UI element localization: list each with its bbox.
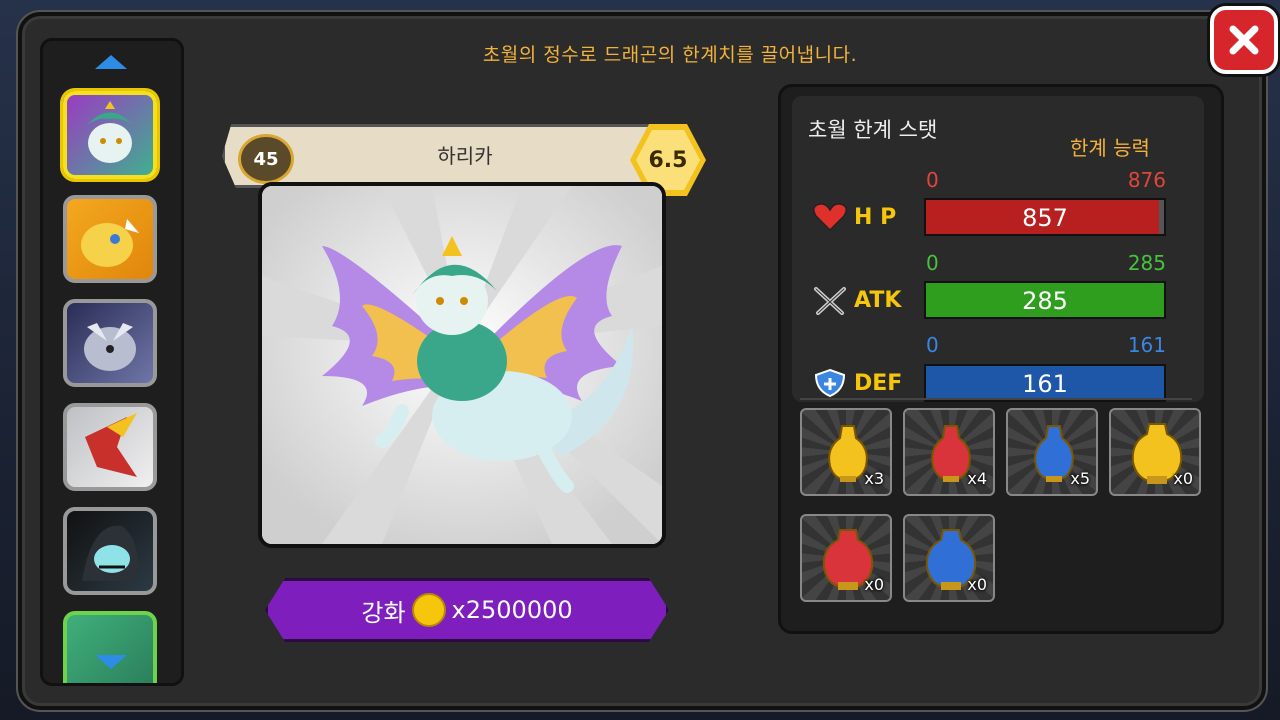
close-icon <box>1229 25 1259 55</box>
item-count: x0 <box>1173 469 1193 488</box>
item-count: x3 <box>864 469 884 488</box>
atk-value: 285 <box>1022 287 1068 315</box>
item-count: x0 <box>864 575 884 594</box>
upgrade-button[interactable]: 강화 x2500000 <box>265 578 669 642</box>
dragon-thumb[interactable] <box>63 611 157 683</box>
dragon-portrait-icon <box>82 525 138 581</box>
item-slot[interactable]: x3 <box>800 408 892 496</box>
dragon-portrait-icon <box>84 323 136 371</box>
def-max: 161 <box>1127 333 1166 357</box>
def-label: DEF <box>812 368 902 398</box>
upgrade-cost: x2500000 <box>451 596 573 624</box>
atk-bar: 285 <box>924 281 1166 319</box>
upgrade-button-label: 강화 <box>361 598 406 627</box>
hp-label: H P <box>812 202 896 232</box>
dragon-name: 하리카 <box>437 144 493 168</box>
item-slot[interactable]: x0 <box>1109 408 1201 496</box>
item-slot[interactable]: x0 <box>800 514 892 602</box>
crossed-swords-icon <box>814 287 846 315</box>
def-bar: 161 <box>924 364 1166 402</box>
atk-label: ATK <box>812 285 901 315</box>
dragon-list[interactable] <box>40 38 184 686</box>
scroll-down-arrow-icon[interactable] <box>95 655 127 669</box>
hp-bar: 857 <box>924 198 1166 236</box>
scroll-up-arrow-icon[interactable] <box>95 55 127 69</box>
dragon-portrait-icon <box>87 101 133 163</box>
item-count: x0 <box>967 575 987 594</box>
dragon-portrait <box>258 182 666 548</box>
dragon-illustration-icon <box>262 186 662 544</box>
hp-value: 857 <box>1022 204 1068 232</box>
atk-min: 0 <box>926 251 939 275</box>
item-slot[interactable]: x4 <box>903 408 995 496</box>
dragon-thumb-selected[interactable] <box>63 91 157 179</box>
item-slot[interactable]: x5 <box>1006 408 1098 496</box>
def-min: 0 <box>926 333 939 357</box>
dragon-thumb[interactable] <box>63 403 157 491</box>
grade-value: 6.5 <box>636 130 700 190</box>
hp-min: 0 <box>926 168 939 192</box>
item-count: x5 <box>1070 469 1090 488</box>
hp-max: 876 <box>1127 168 1166 192</box>
stat-divider <box>800 398 1192 400</box>
dragon-portrait-icon <box>85 413 137 477</box>
atk-max: 285 <box>1127 251 1166 275</box>
limit-ability-label: 한계 능력 <box>1070 136 1150 160</box>
close-button[interactable] <box>1210 6 1278 74</box>
stat-panel-title: 초월 한계 스탯 <box>808 118 938 142</box>
dragon-thumb[interactable] <box>63 195 157 283</box>
level-badge: 45 <box>238 134 294 184</box>
gold-coin-icon <box>411 593 446 627</box>
item-count: x4 <box>967 469 987 488</box>
dialog-subtitle: 초월의 정수로 드래곤의 한계치를 끌어냅니다. <box>482 44 858 66</box>
heart-icon <box>813 203 847 232</box>
def-value: 161 <box>1022 370 1068 398</box>
dragon-thumb[interactable] <box>63 299 157 387</box>
item-slot[interactable]: x0 <box>903 514 995 602</box>
shield-icon <box>814 368 846 398</box>
dragon-portrait-icon <box>81 219 139 267</box>
dragon-thumb[interactable] <box>63 507 157 595</box>
